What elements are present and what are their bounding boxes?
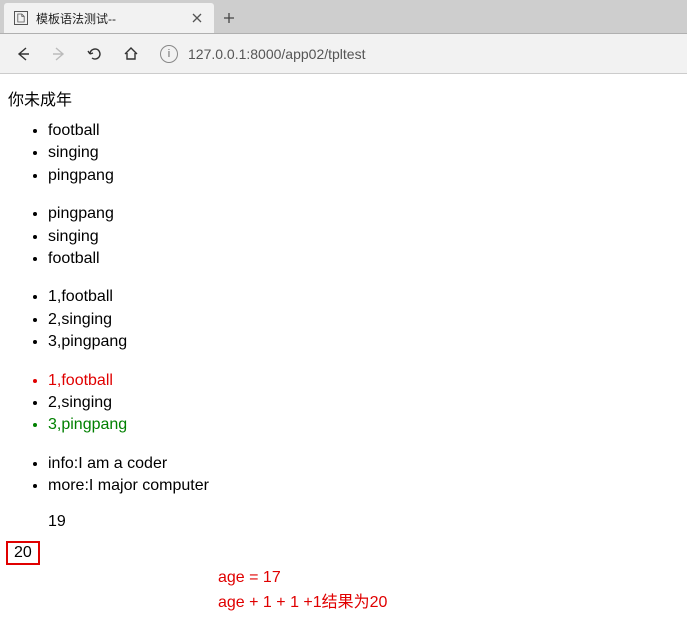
list-item: info:I am a coder — [48, 453, 679, 475]
titlebar: 模板语法测试-- — [0, 0, 687, 34]
list-item: 3,pingpang — [48, 414, 679, 436]
toolbar: i 127.0.0.1:8000/app02/tpltest — [0, 34, 687, 74]
list-item: singing — [48, 226, 679, 248]
list-item: pingpang — [48, 165, 679, 187]
annotation-line-2: age + 1 + 1 +1结果为20 — [8, 592, 679, 614]
refresh-button[interactable] — [78, 38, 112, 70]
home-button[interactable] — [114, 38, 148, 70]
tab-title: 模板语法测试-- — [36, 10, 190, 27]
list-numbered: 1,football 2,singing 3,pingpang — [8, 286, 679, 353]
address-bar[interactable]: i 127.0.0.1:8000/app02/tpltest — [160, 40, 681, 68]
info-icon: i — [160, 45, 178, 63]
page-icon — [14, 11, 28, 25]
list-item: 2,singing — [48, 392, 679, 414]
list-item: 1,football — [48, 286, 679, 308]
list-item: pingpang — [48, 203, 679, 225]
annotation-line-1: age = 17 — [8, 567, 679, 589]
page-content: 你未成年 football singing pingpang pingpang … — [0, 74, 687, 626]
list-item: football — [48, 120, 679, 142]
url-text: 127.0.0.1:8000/app02/tpltest — [188, 46, 365, 62]
page-heading: 你未成年 — [8, 86, 679, 110]
list-item: more:I major computer — [48, 475, 679, 497]
forward-button[interactable] — [42, 38, 76, 70]
list-item: 1,football — [48, 370, 679, 392]
list-item: football — [48, 248, 679, 270]
browser-tab[interactable]: 模板语法测试-- — [4, 3, 214, 33]
close-icon[interactable] — [190, 11, 204, 25]
list-hobbies: football singing pingpang — [8, 120, 679, 187]
new-tab-button[interactable] — [214, 3, 244, 33]
list-info: info:I am a coder more:I major computer — [8, 453, 679, 498]
list-item: 2,singing — [48, 309, 679, 331]
boxed-number: 20 — [6, 541, 40, 565]
indent-number: 19 — [8, 513, 679, 531]
list-hobbies-reversed: pingpang singing football — [8, 203, 679, 270]
list-item: 3,pingpang — [48, 331, 679, 353]
list-item: singing — [48, 142, 679, 164]
list-colored: 1,football 2,singing 3,pingpang — [8, 370, 679, 437]
back-button[interactable] — [6, 38, 40, 70]
